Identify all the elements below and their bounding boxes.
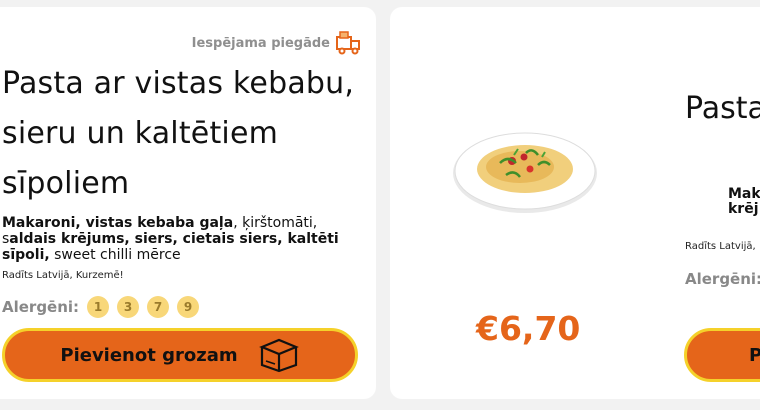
delivery-label: Iespējama piegāde xyxy=(191,35,330,51)
product-title: Pasta ar vistas kebabu, sieru un kaltēti… xyxy=(2,66,355,201)
allergens-row: Alergēni: 1 3 7 9 xyxy=(2,296,200,318)
product-title: Pasta xyxy=(685,91,760,126)
product-origin: Radīts Latvijā, xyxy=(685,241,756,252)
delivery-truck-icon xyxy=(336,31,360,55)
allergen-badge: 9 xyxy=(177,296,200,318)
description-line: krēj xyxy=(728,201,759,217)
product-price: €6,70 xyxy=(476,309,581,348)
product-description: Mak krēj xyxy=(728,187,760,217)
description-line: Mak xyxy=(728,186,760,202)
product-card: Iespējama piegāde Pasta ar vistas kebabu… xyxy=(0,7,376,399)
add-to-cart-label: Pievienot grozam xyxy=(60,344,238,366)
product-origin: Radīts Latvijā, Kurzemē! xyxy=(2,270,124,281)
product-image xyxy=(453,132,597,213)
allergen-badge: 1 xyxy=(87,296,110,318)
add-to-cart-button[interactable]: Pievienot grozam xyxy=(2,328,358,382)
add-to-cart-button[interactable]: P xyxy=(684,328,760,382)
allergen-badge: 3 xyxy=(117,296,140,318)
allergen-badge: 7 xyxy=(147,296,170,318)
allergens-label: Alergēni: xyxy=(685,270,760,288)
box-icon xyxy=(258,338,299,373)
description-text-2: sweet chilli mērce xyxy=(49,247,181,263)
allergens-label: Alergēni: xyxy=(2,298,80,316)
description-bold-1: Makaroni, vistas kebaba gaļa xyxy=(2,215,234,231)
product-description: Makaroni, vistas kebaba gaļa, ķirštomāti… xyxy=(2,215,352,263)
add-to-cart-label: P xyxy=(749,344,760,366)
delivery-badge: Iespējama piegāde xyxy=(192,31,362,55)
product-card: €6,70 Pasta Mak krēj Radīts Latvijā, Ale… xyxy=(390,7,760,399)
